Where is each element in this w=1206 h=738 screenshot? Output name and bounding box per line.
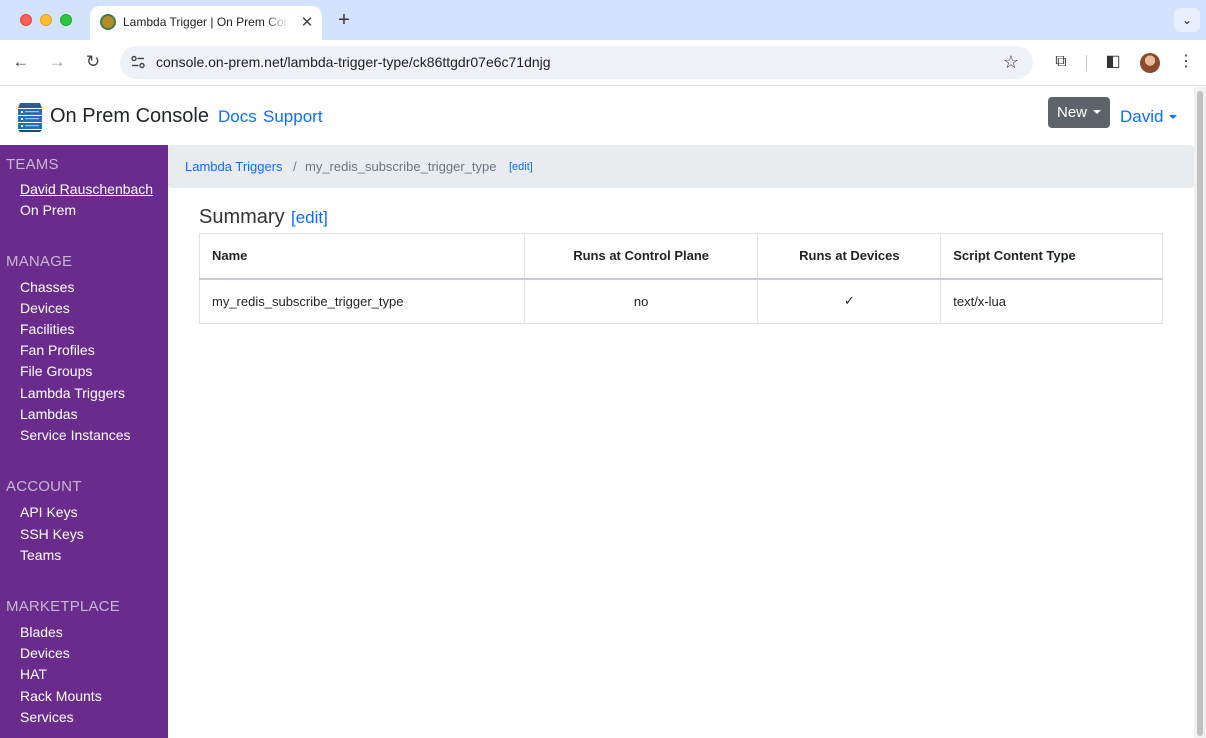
breadcrumb-separator: / — [293, 159, 297, 174]
sidebar-item-ssh-keys[interactable]: SSH Keys — [20, 526, 84, 543]
back-arrow-icon[interactable]: ← — [10, 51, 32, 73]
sidebar-heading-marketplace: MARKETPLACE — [6, 598, 120, 615]
forward-arrow-icon[interactable]: → — [46, 51, 68, 73]
caret-down-icon — [1169, 115, 1177, 119]
sidebar-item-david-rauschenbach[interactable]: David Rauschenbach — [20, 181, 153, 198]
sidebar-item-lambdas[interactable]: Lambdas — [20, 406, 78, 423]
breadcrumb: Lambda Triggers / my_redis_subscribe_tri… — [168, 145, 1194, 188]
profile-avatar[interactable] — [1140, 53, 1160, 73]
breadcrumb-lambda-triggers-link[interactable]: Lambda Triggers — [185, 159, 283, 175]
sidebar-heading-account: ACCOUNT — [6, 478, 82, 495]
sidebar-item-chasses[interactable]: Chasses — [20, 279, 74, 296]
breadcrumb-edit-link[interactable]: [edit] — [509, 161, 533, 174]
sidebar-item-devices[interactable]: Devices — [20, 300, 70, 317]
sidebar-item-marketplace-devices[interactable]: Devices — [20, 645, 70, 662]
sidebar-item-teams[interactable]: Teams — [20, 547, 61, 564]
sidebar-item-service-instances[interactable]: Service Instances — [20, 427, 131, 444]
column-header-name: Name — [199, 233, 525, 279]
column-header-script-content-type: Script Content Type — [940, 233, 1163, 279]
summary-heading: Summary — [199, 206, 285, 228]
browser-toolbar: ← → ↻ console.on-prem.net/lambda-trigger… — [0, 40, 1206, 86]
scrollbar-thumb[interactable] — [1197, 91, 1203, 736]
extensions-puzzle-icon[interactable]: ⧉ — [1051, 52, 1071, 72]
site-favicon-icon — [100, 14, 116, 30]
summary-edit-link[interactable]: [edit] — [291, 207, 328, 229]
side-panel-icon[interactable]: ◧ — [1103, 52, 1123, 72]
window-minimize-button[interactable] — [40, 14, 52, 26]
app-navbar: On Prem Console Docs Support New David — [0, 87, 1194, 145]
address-bar[interactable]: console.on-prem.net/lambda-trigger-type/… — [120, 46, 1033, 79]
window-zoom-button[interactable] — [60, 14, 72, 26]
tab-close-icon[interactable]: ✕ — [298, 14, 316, 32]
cell-script-content-type: text/x-lua — [940, 278, 1163, 324]
server-rack-logo-icon — [18, 103, 42, 132]
support-link[interactable]: Support — [263, 107, 323, 127]
tab-title: Lambda Trigger | On Prem Console — [123, 15, 289, 29]
column-header-runs-at-devices: Runs at Devices — [757, 233, 942, 279]
docs-link[interactable]: Docs — [218, 107, 257, 127]
cell-name: my_redis_subscribe_trigger_type — [199, 278, 525, 324]
new-tab-icon[interactable]: + — [334, 9, 354, 31]
cell-runs-at-control-plane: no — [523, 278, 759, 324]
user-dropdown[interactable]: David — [1120, 107, 1177, 127]
brand-title[interactable]: On Prem Console — [50, 104, 209, 128]
sidebar-heading-teams: TEAMS — [6, 156, 59, 173]
sidebar: TEAMS David Rauschenbach On Prem MANAGE … — [0, 145, 168, 738]
sidebar-item-rack-mounts[interactable]: Rack Mounts — [20, 688, 102, 705]
sidebar-item-facilities[interactable]: Facilities — [20, 321, 74, 338]
sidebar-heading-manage: MANAGE — [6, 253, 73, 270]
sidebar-item-hat[interactable]: HAT — [20, 666, 47, 683]
table-row: my_redis_subscribe_trigger_type no ✓ tex… — [199, 278, 1163, 324]
new-dropdown-button[interactable]: New — [1048, 97, 1110, 128]
page-scrollbar[interactable] — [1194, 87, 1206, 738]
sidebar-item-blades[interactable]: Blades — [20, 624, 63, 641]
caret-down-icon — [1093, 110, 1101, 114]
new-button-label: New — [1057, 104, 1088, 121]
sidebar-item-file-groups[interactable]: File Groups — [20, 363, 92, 380]
window-close-button[interactable] — [20, 14, 32, 26]
bookmark-star-icon[interactable]: ☆ — [1003, 52, 1019, 72]
tab-search-chevron-icon[interactable]: ⌄ — [1174, 8, 1200, 32]
url-text: console.on-prem.net/lambda-trigger-type/… — [156, 54, 551, 70]
sidebar-item-fan-profiles[interactable]: Fan Profiles — [20, 342, 95, 359]
sidebar-item-lambda-triggers[interactable]: Lambda Triggers — [20, 385, 125, 402]
browser-tab[interactable]: Lambda Trigger | On Prem Console ✕ — [90, 6, 322, 40]
table-header-row: Name Runs at Control Plane Runs at Devic… — [199, 233, 1163, 279]
sidebar-item-services[interactable]: Services — [20, 709, 74, 726]
column-header-runs-at-control-plane: Runs at Control Plane — [523, 233, 759, 279]
sidebar-item-api-keys[interactable]: API Keys — [20, 504, 78, 521]
cell-runs-at-devices: ✓ — [757, 278, 942, 324]
summary-table: Name Runs at Control Plane Runs at Devic… — [199, 233, 1163, 324]
user-name: David — [1120, 107, 1164, 126]
site-settings-icon[interactable] — [130, 54, 146, 70]
sidebar-item-on-prem[interactable]: On Prem — [20, 202, 76, 219]
reload-icon[interactable]: ↻ — [82, 51, 104, 73]
browser-menu-icon[interactable]: ⋮ — [1176, 52, 1196, 72]
breadcrumb-current: my_redis_subscribe_trigger_type — [305, 159, 497, 174]
browser-tab-strip: Lambda Trigger | On Prem Console ✕ + ⌄ — [0, 0, 1206, 40]
toolbar-divider — [1086, 55, 1087, 71]
